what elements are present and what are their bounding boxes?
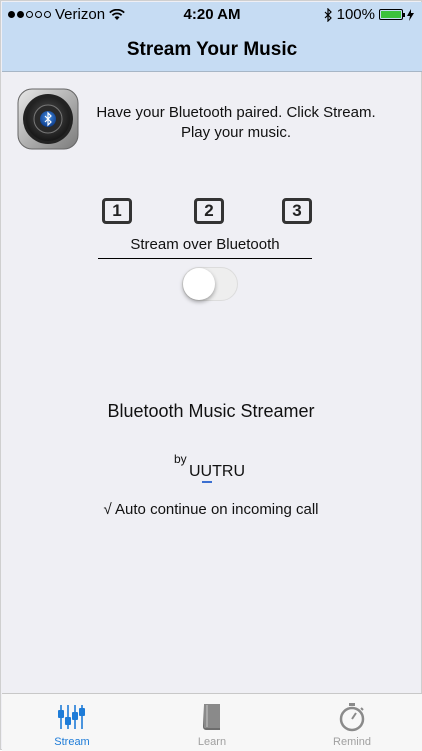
instructions-line-2: Play your music. [180,124,292,141]
step-3-badge: 3 [282,198,312,224]
tab-learn-label: Learn [197,736,227,748]
company-underline [202,481,212,483]
status-right: 100% [324,6,414,23]
step-1-badge: 1 [102,198,132,224]
app-frame: Verizon 4:20 AM 100% Stream Your Music H… [0,0,422,751]
step-2-badge: 2 [194,198,224,224]
navigation-bar: Stream Your Music [2,28,422,72]
tab-bar: Stream Learn Remind [2,693,422,751]
tab-remind-label: Remind [333,736,371,748]
stream-over-bluetooth-label: Stream over Bluetooth [98,236,312,259]
company-link[interactable]: UUTRU [189,463,245,481]
bluetooth-status-icon [324,7,332,22]
book-icon [203,704,220,730]
status-bar: Verizon 4:20 AM 100% [2,2,422,28]
charging-icon [407,8,414,21]
stopwatch-icon [339,703,365,732]
instructions: Have your Bluetooth paired. Click Stream… [91,103,381,143]
battery-percent: 100% [336,6,375,23]
bluetooth-speaker-icon [17,88,79,150]
stream-toggle[interactable] [182,267,238,301]
tab-stream[interactable]: Stream [2,694,142,751]
tab-remind[interactable]: Remind [282,694,422,751]
auto-continue-note: √ Auto continue on incoming call [103,501,319,518]
page-title: Stream Your Music [126,38,298,60]
tab-learn[interactable]: Learn [142,694,282,751]
by-label: by [174,452,187,466]
toggle-knob [183,268,215,300]
battery-icon [379,9,405,20]
tab-stream-label: Stream [54,736,90,748]
equalizer-icon [58,705,85,729]
app-name: Bluetooth Music Streamer [107,401,315,421]
instructions-line-1: Have your Bluetooth paired. Click Stream… [96,104,376,121]
